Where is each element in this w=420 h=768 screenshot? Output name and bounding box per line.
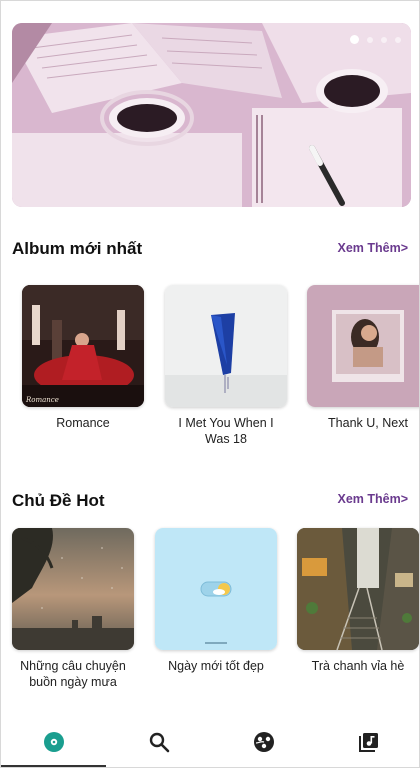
nav-active-indicator (1, 765, 106, 767)
album-card[interactable]: I Met You When I Was 18 (165, 285, 287, 447)
album-row: Romance Romance I Met You When I Was 18 (1, 285, 419, 465)
topic-card[interactable]: Những câu chuyện buồn ngày mưa (12, 528, 134, 690)
album-card[interactable]: Romance Romance (22, 285, 144, 431)
album-title: Romance (56, 416, 110, 430)
nav-tab-search[interactable] (106, 717, 211, 767)
banner-carousel[interactable] (12, 23, 411, 207)
album-cover (165, 285, 287, 407)
nav-tab-library[interactable] (316, 717, 419, 767)
carousel-dot[interactable] (381, 36, 387, 43)
bottom-nav (1, 717, 419, 767)
carousel-indicator[interactable] (350, 35, 401, 44)
album-cover-text: Romance (26, 396, 59, 404)
topic-cover (155, 528, 277, 650)
search-icon (149, 732, 169, 753)
nav-tab-home[interactable] (1, 717, 106, 767)
album-title: Thank U, Next (328, 416, 408, 430)
banner-image (12, 23, 411, 207)
carousel-dot[interactable] (395, 36, 401, 43)
app-screen: Album mới nhất Xem Thêm> Romance Romance (0, 0, 420, 768)
disc-icon (43, 732, 64, 752)
topic-title: Ngày mới tốt đẹp (168, 659, 264, 673)
album-card[interactable]: Thank U, Next (307, 285, 419, 431)
albums-more-link[interactable]: Xem Thêm> (337, 241, 408, 255)
topic-card[interactable]: Ngày mới tốt đẹp (155, 528, 277, 674)
carousel-dot[interactable] (350, 35, 359, 44)
topic-title: Những câu chuyện buồn ngày mưa (20, 659, 126, 689)
topic-row: Những câu chuyện buồn ngày mưa Ngày mới … (1, 528, 419, 708)
topics-more-link[interactable]: Xem Thêm> (337, 492, 408, 506)
album-title: I Met You When I Was 18 (178, 416, 274, 446)
section-title-albums: Album mới nhất (12, 239, 143, 258)
section-title-topics: Chủ Đề Hot (12, 491, 105, 510)
topic-cover (12, 528, 134, 650)
carousel-dot[interactable] (367, 36, 373, 43)
topic-cover (297, 528, 419, 650)
album-cover: Romance (22, 285, 144, 407)
topic-card[interactable]: Trà chanh vỉa hè (297, 528, 419, 674)
nav-tab-genres[interactable] (211, 717, 316, 767)
library-icon (358, 733, 378, 752)
genre-icon (253, 732, 274, 752)
album-cover (307, 285, 419, 407)
topic-title: Trà chanh vỉa hè (311, 659, 405, 673)
